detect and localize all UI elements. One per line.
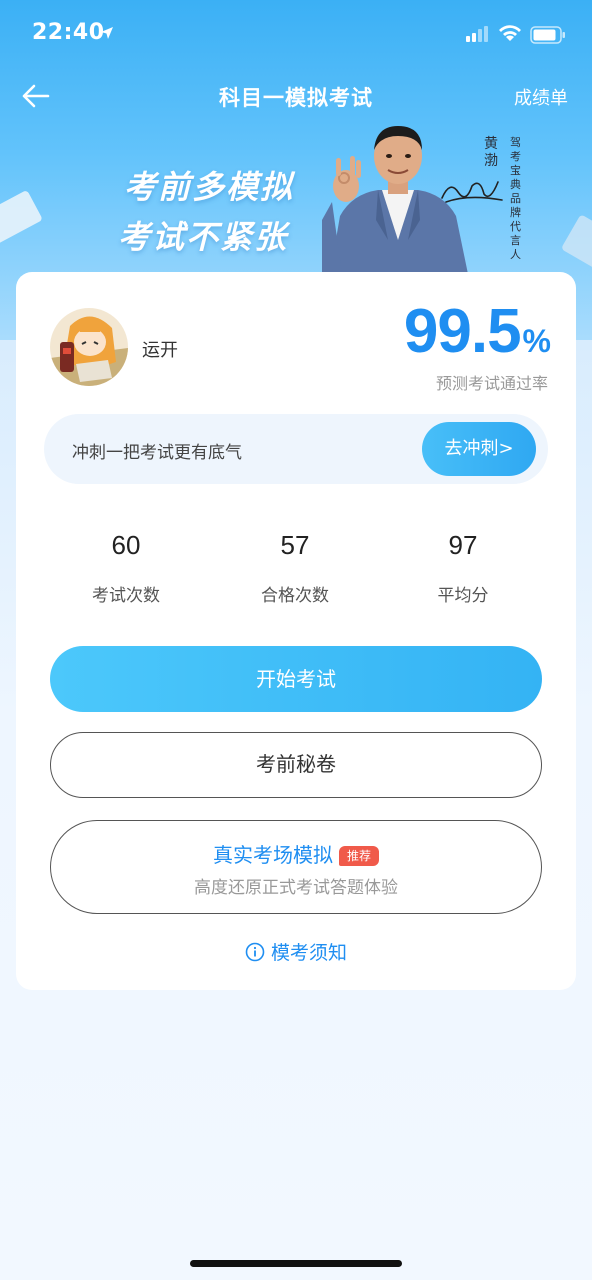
sprint-button[interactable]: 去冲刺>: [422, 422, 536, 476]
pass-rate-number: 99.5: [403, 297, 522, 366]
status-time: 22:40: [32, 20, 105, 45]
exam-card: 运开 99.5% 预测考试通过率 冲刺一把考试更有底气 去冲刺> 60 考试次数…: [16, 272, 576, 990]
home-indicator[interactable]: [190, 1260, 402, 1267]
start-exam-button[interactable]: 开始考试: [50, 646, 542, 712]
avatar[interactable]: [50, 308, 128, 386]
exam-notice-label: 模考须知: [270, 942, 347, 964]
real-exam-simulation-button[interactable]: 真实考场模拟 推荐 高度还原正式考试答题体验: [50, 820, 542, 914]
status-bar: 22:40: [0, 0, 592, 70]
cellular-signal-icon: [466, 26, 488, 42]
stat-label: 考试次数: [92, 586, 160, 606]
wifi-icon: [499, 25, 521, 41]
banner-slogan-line1: 考前多模拟: [124, 168, 295, 206]
recommend-badge: 推荐: [338, 846, 379, 866]
location-arrow-icon: [101, 27, 113, 39]
endorser-signature: [441, 181, 503, 203]
exam-notice-link[interactable]: 模考须知: [16, 938, 576, 965]
stat-label: 平均分: [437, 586, 489, 606]
pass-rate-label: 预测考试通过率: [435, 374, 548, 393]
real-exam-title-row: 真实考场模拟 推荐: [51, 839, 541, 868]
stat-exam-count: 60 考试次数: [36, 530, 216, 606]
stat-value: 60: [111, 530, 141, 560]
endorser-name: 黄渤: [484, 136, 498, 169]
banner-slogan-line2: 考试不紧张: [118, 218, 289, 256]
username: 运开: [142, 340, 178, 361]
stat-label: 合格次数: [261, 586, 329, 606]
paper-plane-decoration-right: [560, 214, 592, 270]
stat-value: 57: [280, 530, 310, 560]
paper-plane-decoration: [0, 189, 43, 245]
sprint-banner: 冲刺一把考试更有底气 去冲刺>: [44, 414, 548, 484]
battery-icon: [530, 26, 565, 44]
avatar-image: [50, 308, 128, 386]
stat-value: 97: [448, 530, 478, 560]
pass-rate-unit: %: [522, 323, 551, 359]
pass-rate-value: 99.5%: [403, 296, 551, 377]
stat-average-score: 97 平均分: [373, 530, 553, 606]
secret-paper-button[interactable]: 考前秘卷: [50, 732, 542, 798]
endorser-title: 驾考宝典品牌代言人: [510, 136, 521, 261]
real-exam-title: 真实考场模拟: [212, 843, 333, 867]
score-report-link[interactable]: 成绩单: [514, 84, 568, 110]
page-title: 科目一模拟考试: [219, 86, 373, 110]
info-icon: [245, 942, 265, 962]
stat-pass-count: 57 合格次数: [205, 530, 385, 606]
sprint-text: 冲刺一把考试更有底气: [72, 443, 242, 463]
real-exam-subtitle: 高度还原正式考试答题体验: [194, 878, 398, 898]
